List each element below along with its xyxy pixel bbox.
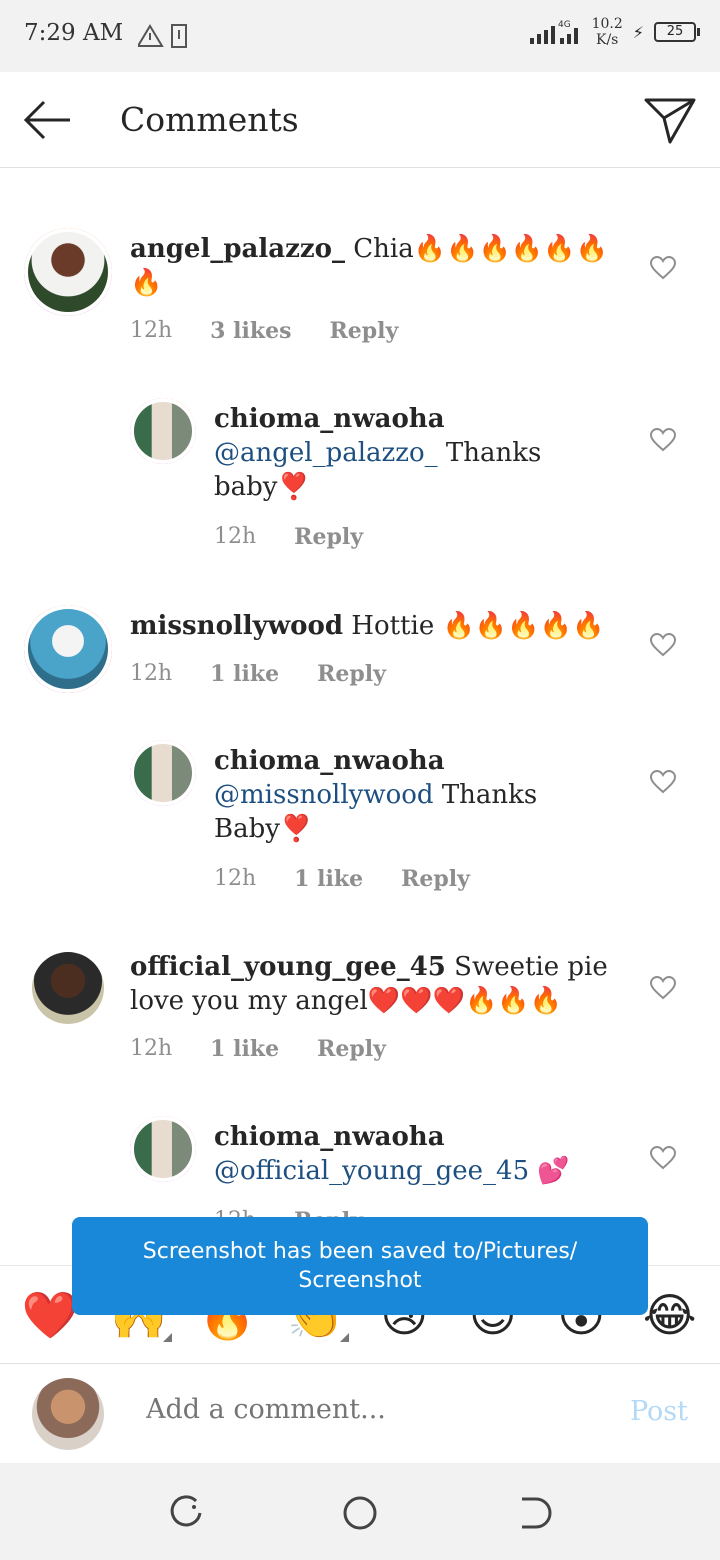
- avatar[interactable]: [24, 228, 112, 316]
- comment-item: official_young_gee_45 Sweetie pie love y…: [0, 950, 720, 1070]
- avatar: [32, 1378, 104, 1450]
- comment-time: 12h: [130, 661, 173, 686]
- warning-icon: [138, 24, 187, 48]
- reply-button[interactable]: Reply: [294, 524, 363, 550]
- comment-username[interactable]: official_young_gee_45: [130, 952, 446, 982]
- comment-time: 12h: [130, 1036, 173, 1061]
- reply-item: chioma_nwaoha @missnollywood Thanks Baby…: [0, 740, 720, 900]
- back-arrow-icon[interactable]: [20, 94, 76, 146]
- send-icon[interactable]: [642, 94, 698, 146]
- toast-line-2: Screenshot: [298, 1268, 422, 1293]
- skin-tone-indicator: [339, 1332, 349, 1342]
- mention-link[interactable]: @missnollywood: [214, 780, 434, 810]
- status-bar: 7:29 AM 4G 10.2 K/s ⚡ 25: [0, 0, 720, 72]
- comment-username[interactable]: chioma_nwaoha: [214, 404, 445, 434]
- like-heart-icon[interactable]: [650, 428, 676, 452]
- reply-button[interactable]: Reply: [317, 661, 386, 687]
- comment-username[interactable]: angel_palazzo_: [130, 234, 345, 264]
- comment-time: 12h: [214, 866, 257, 891]
- comment-item: angel_palazzo_ Chia🔥🔥🔥🔥🔥🔥🔥 12h 3 likes R…: [0, 226, 720, 356]
- status-time: 7:29 AM: [24, 20, 124, 46]
- back-icon[interactable]: [514, 1493, 554, 1533]
- comments-header: Comments: [0, 72, 720, 168]
- comment-time: 12h: [130, 318, 173, 343]
- post-button[interactable]: Post: [630, 1396, 688, 1427]
- like-heart-icon[interactable]: [650, 976, 676, 1000]
- avatar[interactable]: [130, 398, 196, 464]
- comment-item: missnollywood Hottie 🔥🔥🔥🔥🔥 12h 1 like Re…: [0, 603, 720, 703]
- mention-link[interactable]: @official_young_gee_45: [214, 1156, 529, 1186]
- comment-likes[interactable]: 1 like: [210, 1036, 279, 1062]
- comment-text: 💕: [529, 1156, 570, 1186]
- page-title: Comments: [120, 100, 299, 139]
- comment-text: Hottie 🔥🔥🔥🔥🔥: [343, 611, 605, 641]
- comment-time: 12h: [214, 524, 257, 549]
- comment-composer: Post: [0, 1363, 720, 1463]
- like-heart-icon[interactable]: [650, 633, 676, 657]
- comment-username[interactable]: chioma_nwaoha: [214, 1122, 445, 1152]
- system-nav-bar: [0, 1463, 720, 1560]
- battery-indicator: 25: [654, 22, 700, 42]
- comment-likes[interactable]: 1 like: [294, 866, 363, 892]
- comment-likes[interactable]: 3 likes: [210, 318, 291, 344]
- reply-button[interactable]: Reply: [401, 866, 470, 892]
- mention-link[interactable]: @angel_palazzo_: [214, 438, 438, 468]
- like-heart-icon[interactable]: [650, 256, 676, 280]
- reply-button[interactable]: Reply: [317, 1036, 386, 1062]
- recent-apps-icon[interactable]: [166, 1493, 206, 1533]
- reply-item: chioma_nwaoha @angel_palazzo_ Thanks bab…: [0, 398, 720, 558]
- network-speed: 10.2 K/s: [591, 16, 623, 48]
- screenshot-toast: Screenshot has been saved to/Pictures/ S…: [72, 1217, 648, 1315]
- reply-button[interactable]: Reply: [329, 318, 398, 344]
- avatar[interactable]: [130, 1116, 196, 1182]
- home-icon[interactable]: [340, 1493, 380, 1533]
- comment-username[interactable]: missnollywood: [130, 611, 343, 641]
- comment-username[interactable]: chioma_nwaoha: [214, 746, 445, 776]
- comment-input[interactable]: [146, 1394, 586, 1425]
- like-heart-icon[interactable]: [650, 770, 676, 794]
- avatar[interactable]: [32, 952, 104, 1024]
- charging-icon: ⚡: [632, 22, 644, 42]
- skin-tone-indicator: [162, 1332, 172, 1342]
- like-heart-icon[interactable]: [650, 1146, 676, 1170]
- avatar[interactable]: [24, 605, 112, 693]
- signal-icon: 4G: [529, 20, 578, 44]
- comment-likes[interactable]: 1 like: [210, 661, 279, 687]
- svg-text:4G: 4G: [558, 20, 571, 30]
- toast-line-1: Screenshot has been saved to/Pictures/: [142, 1239, 578, 1264]
- avatar[interactable]: [130, 740, 196, 806]
